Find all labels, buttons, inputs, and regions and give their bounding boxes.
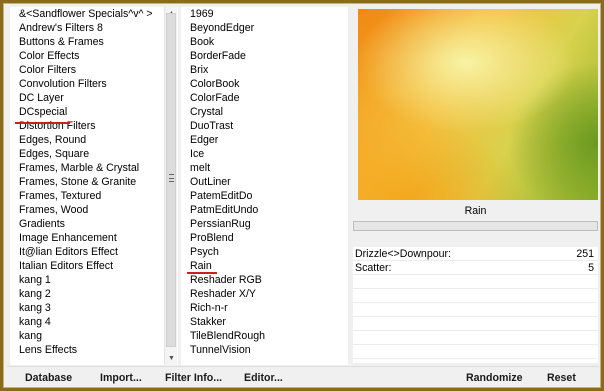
scroll-down-arrow-icon[interactable]: ▼ [165, 352, 178, 365]
category-list[interactable]: &<Sandflower Specials^v^ > Andrew's Filte… [10, 7, 178, 365]
filter-item[interactable]: PatemEditDo [181, 189, 348, 203]
category-item[interactable]: Buttons & Frames [10, 35, 178, 49]
category-item[interactable]: Andrew's Filters 8 [10, 21, 178, 35]
param-row-empty [353, 345, 598, 359]
filter-item[interactable]: Rich-n-r [181, 301, 348, 315]
filter-items: 1969 BeyondEdger Book BorderFade Brix ColorBo… [181, 7, 348, 357]
param-row-scatter[interactable]: Scatter: 5 [353, 261, 598, 275]
category-item[interactable]: Color Effects [10, 49, 178, 63]
filter-item[interactable]: BeyondEdger [181, 21, 348, 35]
import-button[interactable]: Import... [100, 370, 142, 386]
filter-item[interactable]: ColorBook [181, 77, 348, 91]
filter-info-button[interactable]: Filter Info... [165, 370, 222, 386]
category-item[interactable]: kang 3 [10, 301, 178, 315]
category-item[interactable]: kang 1 [10, 273, 178, 287]
filters-unlimited-window: &<Sandflower Specials^v^ > Andrew's Filte… [3, 3, 601, 388]
category-item[interactable]: Frames, Marble & Crystal [10, 161, 178, 175]
category-item[interactable]: Frames, Wood [10, 203, 178, 217]
filter-item[interactable]: TileBlendRough [181, 329, 348, 343]
filter-item[interactable]: Rain [181, 259, 348, 273]
param-label: Scatter: [355, 262, 392, 274]
randomize-button[interactable]: Randomize [466, 370, 523, 386]
category-item[interactable]: Image Enhancement [10, 231, 178, 245]
category-scrollbar[interactable]: ▲ ▼ [164, 7, 177, 365]
param-row-drizzle[interactable]: Drizzle<>Downpour: 251 [353, 247, 598, 261]
filter-name-label: Rain [353, 203, 598, 220]
category-item[interactable]: DCspecial [10, 105, 178, 119]
filter-item[interactable]: melt [181, 161, 348, 175]
bottom-separator [7, 366, 599, 367]
progress-bar [353, 221, 598, 231]
filter-item[interactable]: OutLiner [181, 175, 348, 189]
filter-item[interactable]: ColorFade [181, 91, 348, 105]
filter-item[interactable]: BorderFade [181, 49, 348, 63]
category-item[interactable]: &<Sandflower Specials^v^ > [10, 7, 178, 21]
filter-item[interactable]: Ice [181, 147, 348, 161]
param-row-empty [353, 289, 598, 303]
filter-item[interactable]: Edger [181, 133, 348, 147]
category-item[interactable]: Frames, Stone & Granite [10, 175, 178, 189]
param-row-empty [353, 275, 598, 289]
category-item[interactable]: Gradients [10, 217, 178, 231]
filter-selection-underline [187, 272, 217, 274]
category-item[interactable]: kang 2 [10, 287, 178, 301]
param-row-empty [353, 303, 598, 317]
param-value[interactable]: 251 [576, 247, 594, 261]
grip-icon [169, 174, 174, 182]
filter-item[interactable]: Reshader RGB [181, 273, 348, 287]
category-item[interactable]: Edges, Square [10, 147, 178, 161]
param-row-empty [353, 317, 598, 331]
category-item[interactable]: Convolution Filters [10, 77, 178, 91]
category-item[interactable]: Italian Editors Effect [10, 259, 178, 273]
filter-item[interactable]: PatmEditUndo [181, 203, 348, 217]
filter-item[interactable]: Book [181, 35, 348, 49]
filter-item[interactable]: Psych [181, 245, 348, 259]
category-item[interactable]: Lens Effects [10, 343, 178, 357]
category-item[interactable]: Color Filters [10, 63, 178, 77]
category-item[interactable]: kang 4 [10, 315, 178, 329]
scroll-thumb[interactable] [166, 13, 176, 347]
category-item[interactable]: Frames, Textured [10, 189, 178, 203]
category-items: &<Sandflower Specials^v^ > Andrew's Filte… [10, 7, 178, 357]
editor-button[interactable]: Editor... [244, 370, 283, 386]
category-selection-underline [15, 122, 70, 124]
filter-list[interactable]: 1969 BeyondEdger Book BorderFade Brix ColorBo… [181, 7, 348, 365]
reset-button[interactable]: Reset [547, 370, 576, 386]
filter-item[interactable]: PerssianRug [181, 217, 348, 231]
filter-item[interactable]: Brix [181, 63, 348, 77]
parameters-panel: Drizzle<>Downpour: 251 Scatter: 5 [353, 247, 598, 363]
filter-item[interactable]: Crystal [181, 105, 348, 119]
filter-item[interactable]: DuoTrast [181, 119, 348, 133]
filter-item[interactable]: Reshader X/Y [181, 287, 348, 301]
param-value[interactable]: 5 [588, 261, 594, 275]
param-label: Drizzle<>Downpour: [355, 248, 451, 260]
category-item[interactable]: DC Layer [10, 91, 178, 105]
filter-item[interactable]: 1969 [181, 7, 348, 21]
category-item[interactable]: kang [10, 329, 178, 343]
filter-item[interactable]: ProBlend [181, 231, 348, 245]
category-item[interactable]: Edges, Round [10, 133, 178, 147]
filter-item[interactable]: Stakker [181, 315, 348, 329]
param-row-empty [353, 331, 598, 345]
database-button[interactable]: Database [25, 370, 72, 386]
filter-item[interactable]: TunnelVision [181, 343, 348, 357]
preview-image [358, 9, 598, 200]
category-item[interactable]: It@lian Editors Effect [10, 245, 178, 259]
